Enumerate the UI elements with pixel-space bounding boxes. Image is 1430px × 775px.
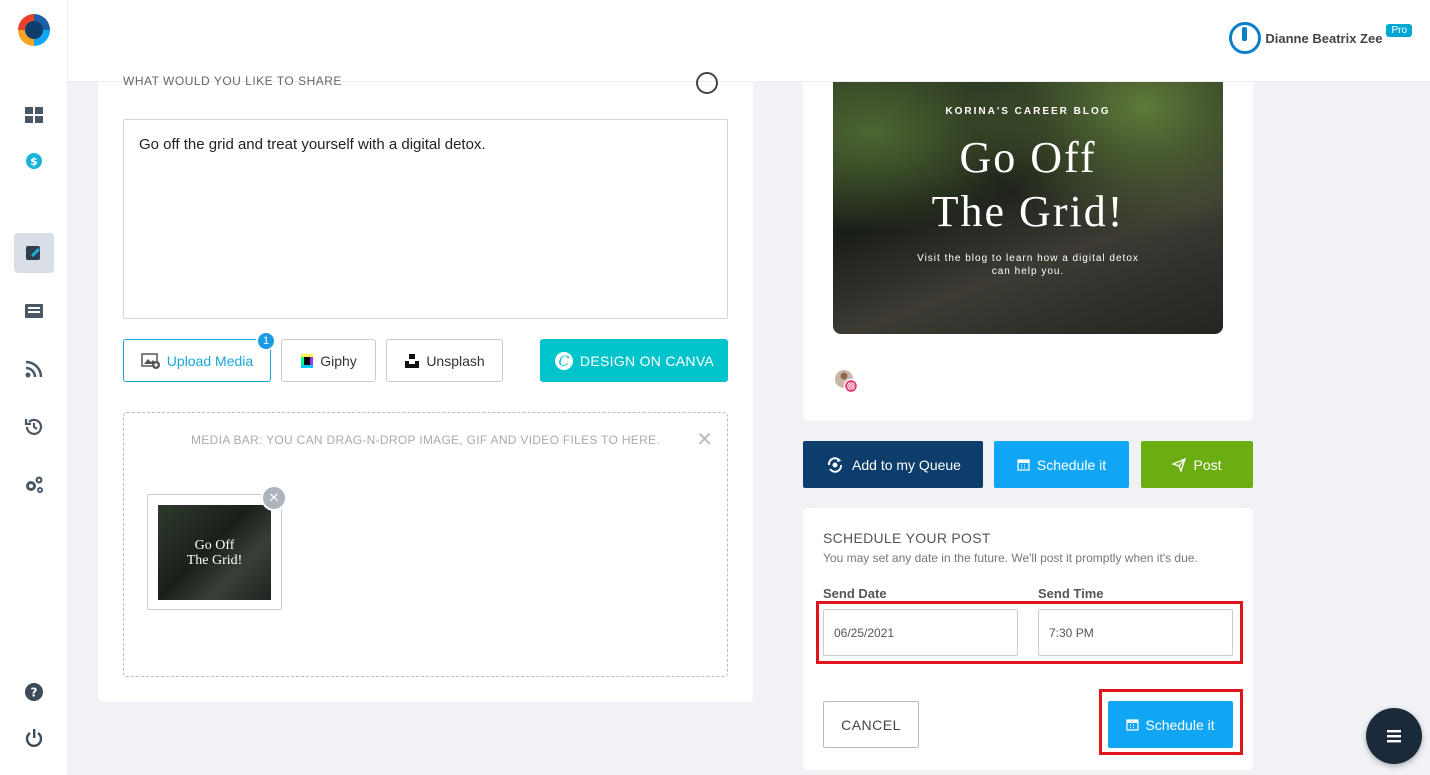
preview-brand: KORINA'S CAREER BLOG bbox=[945, 106, 1111, 117]
thumbnail-image: Go Off The Grid! bbox=[158, 505, 271, 600]
help-icon: ? bbox=[25, 683, 43, 701]
nav-dashboard[interactable] bbox=[14, 95, 54, 135]
preview-subtitle: Visit the blog to learn how a digital de… bbox=[917, 253, 1139, 277]
image-upload-icon bbox=[141, 352, 160, 369]
power-icon bbox=[25, 729, 43, 747]
unsplash-label: Unsplash bbox=[426, 352, 485, 369]
unsplash-button[interactable]: Unsplash bbox=[386, 339, 503, 382]
preview-image: KORINA'S CAREER BLOG Go Off The Grid! Vi… bbox=[833, 82, 1223, 334]
svg-text:C: C bbox=[558, 354, 569, 370]
upload-media-button[interactable]: Upload Media 1 bbox=[123, 331, 276, 382]
canva-label: DESIGN ON CANVA bbox=[579, 352, 715, 369]
instagram-account-icon[interactable] bbox=[833, 368, 859, 394]
dashboard-icon bbox=[25, 107, 43, 123]
menu-icon bbox=[1387, 730, 1401, 743]
nav-rss[interactable] bbox=[14, 349, 54, 389]
nav-settings[interactable] bbox=[14, 465, 54, 505]
user-menu[interactable]: Dianne Beatrix Zee Pro bbox=[1229, 22, 1412, 54]
media-count-badge: 1 bbox=[256, 331, 276, 351]
composer-heading: WHAT WOULD YOU LIKE TO SHARE bbox=[123, 74, 342, 88]
schedule-title: SCHEDULE YOUR POST bbox=[823, 530, 991, 546]
send-date-label: Send Date bbox=[823, 586, 887, 601]
preview-title-line1: Go Off bbox=[959, 133, 1097, 182]
thumbnail-title-line1: Go Off bbox=[194, 537, 235, 553]
calendar-icon bbox=[1017, 459, 1030, 471]
user-name: Dianne Beatrix Zee bbox=[1265, 30, 1383, 46]
topbar: Dianne Beatrix Zee Pro bbox=[68, 0, 1430, 82]
nav-posts[interactable] bbox=[14, 291, 54, 331]
giphy-label: Giphy bbox=[320, 352, 357, 369]
post-text-input[interactable]: Go off the grid and treat yourself with … bbox=[123, 119, 728, 319]
media-bar-hint: MEDIA BAR: YOU CAN DRAG-N-DROP IMAGE, GI… bbox=[191, 433, 660, 447]
highlight-box-fields bbox=[816, 601, 1243, 664]
schedule-it-button[interactable]: Schedule it bbox=[994, 441, 1129, 488]
giphy-icon bbox=[301, 353, 314, 368]
settings-icon bbox=[26, 476, 43, 493]
schedule-panel: SCHEDULE YOUR POST You may set any date … bbox=[803, 508, 1253, 770]
pro-badge: Pro bbox=[1386, 23, 1412, 37]
schedule-it-label: Schedule it bbox=[1036, 456, 1107, 473]
composer-card: WHAT WOULD YOU LIKE TO SHARE Go off the … bbox=[98, 72, 753, 702]
media-thumbnail[interactable]: Go Off The Grid! ✕ bbox=[147, 485, 287, 610]
svg-text:$: $ bbox=[30, 155, 38, 168]
menu-button[interactable] bbox=[1366, 708, 1422, 764]
add-to-queue-label: Add to my Queue bbox=[852, 456, 961, 473]
design-on-canva-button[interactable]: C DESIGN ON CANVA bbox=[540, 339, 728, 382]
schedule-subtitle: You may set any date in the future. We'l… bbox=[823, 551, 1198, 565]
queue-icon bbox=[828, 456, 843, 473]
logo-icon[interactable] bbox=[16, 12, 52, 48]
media-bar[interactable]: MEDIA BAR: YOU CAN DRAG-N-DROP IMAGE, GI… bbox=[123, 412, 728, 677]
preview-title-line2: The Grid! bbox=[931, 187, 1125, 236]
preview-card: KORINA'S CAREER BLOG Go Off The Grid! Vi… bbox=[803, 82, 1253, 421]
billing-icon: $ bbox=[26, 153, 42, 169]
nav-compose[interactable] bbox=[14, 233, 54, 273]
cancel-button[interactable]: CANCEL bbox=[823, 701, 919, 748]
posts-icon bbox=[25, 304, 43, 318]
rss-icon bbox=[25, 360, 43, 378]
user-avatar bbox=[1229, 22, 1262, 54]
history-icon bbox=[24, 418, 43, 435]
giphy-button[interactable]: Giphy bbox=[281, 339, 376, 382]
nav-history[interactable] bbox=[14, 407, 54, 447]
compose-icon bbox=[26, 246, 40, 260]
emoji-icon[interactable] bbox=[696, 72, 718, 94]
unsplash-icon bbox=[405, 353, 420, 368]
post-button[interactable]: Post bbox=[1141, 441, 1253, 488]
sidebar: $ ? bbox=[0, 0, 68, 775]
send-icon bbox=[1172, 457, 1187, 472]
nav-billing[interactable]: $ bbox=[14, 141, 54, 181]
add-to-queue-button[interactable]: Add to my Queue bbox=[803, 441, 983, 488]
remove-media-icon[interactable]: ✕ bbox=[261, 485, 287, 511]
upload-media-label: Upload Media bbox=[166, 352, 254, 369]
close-icon[interactable]: ✕ bbox=[696, 427, 713, 452]
highlight-box-submit bbox=[1099, 689, 1243, 755]
thumbnail-title-line2: The Grid! bbox=[186, 552, 243, 568]
post-label: Post bbox=[1193, 456, 1222, 473]
send-time-label: Send Time bbox=[1038, 586, 1104, 601]
canva-icon: C bbox=[554, 351, 573, 370]
nav-help[interactable]: ? bbox=[14, 672, 54, 712]
svg-text:?: ? bbox=[31, 686, 38, 700]
nav-logout[interactable] bbox=[14, 718, 54, 758]
